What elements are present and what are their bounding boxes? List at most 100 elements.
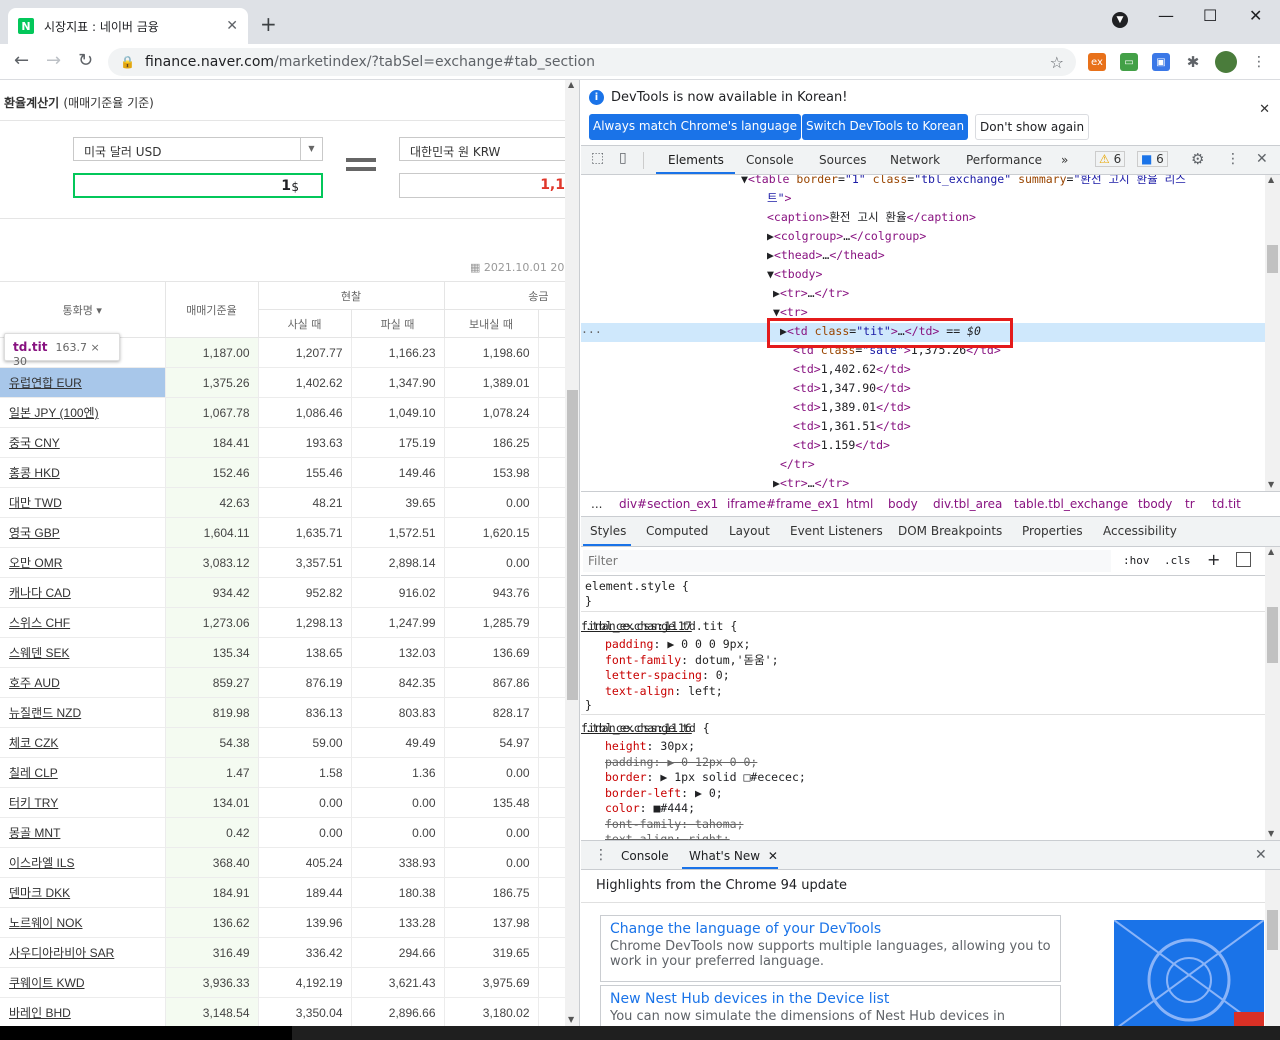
styles-tab[interactable]: Accessibility	[1103, 524, 1177, 538]
dom-node-line[interactable]: ▶<thead>…</thead>	[767, 246, 885, 265]
currency-name-link[interactable]: 캐나다 CAD	[9, 586, 71, 600]
breadcrumb-item[interactable]: tbody	[1138, 497, 1172, 511]
dom-node-line[interactable]: <td>1,402.62</td>	[793, 360, 911, 379]
css-property[interactable]: color: ■#444;	[605, 801, 695, 816]
new-style-rule-icon[interactable]: +	[1207, 550, 1220, 569]
styles-tab[interactable]: DOM Breakpoints	[898, 524, 1002, 538]
styles-scrollbar[interactable]: ▲ ▼	[1265, 547, 1280, 840]
currency-name-cell[interactable]: 일본 JPY (100엔)	[0, 397, 166, 428]
currency-name-cell[interactable]: 유럽연합 EUR	[0, 367, 166, 398]
card-title[interactable]: Change the language of your DevTools	[610, 921, 1051, 937]
tab-performance[interactable]: Performance	[966, 153, 1042, 167]
styles-tab[interactable]: Computed	[646, 524, 708, 538]
reload-icon[interactable]: ↻	[78, 50, 93, 71]
css-property[interactable]: text-align: right;	[605, 832, 730, 840]
scrollbar-thumb[interactable]	[567, 390, 578, 700]
devtools-menu-icon[interactable]: ⋮	[1226, 151, 1240, 167]
warnings-badge[interactable]: ⚠ 6	[1095, 151, 1126, 167]
currency-name-cell[interactable]: 스위스 CHF	[0, 607, 166, 638]
currency-name-cell[interactable]: 터키 TRY	[0, 787, 166, 818]
dom-scrollbar[interactable]: ▲ ▼	[1265, 175, 1280, 491]
currency-name-cell[interactable]: 바레인 BHD	[0, 997, 166, 1026]
scrollbar-thumb[interactable]	[1267, 910, 1278, 950]
always-match-language-button[interactable]: Always match Chrome's language	[589, 114, 801, 140]
extensions-puzzle-icon[interactable]: ✱	[1184, 53, 1202, 71]
page-scrollbar[interactable]: ▲ ▼	[565, 80, 579, 1026]
dom-node-line[interactable]: ▼<tbody>	[767, 265, 822, 284]
breadcrumb-item[interactable]: body	[888, 497, 918, 511]
currency-name-link[interactable]: 뉴질랜드 NZD	[9, 706, 81, 720]
whats-new-card[interactable]: New Nest Hub devices in the Device list …	[600, 985, 1061, 1030]
styles-filter-input[interactable]: Filter	[583, 550, 1111, 572]
breadcrumb-item[interactable]: div.tbl_area	[933, 497, 1002, 511]
currency-name-link[interactable]: 사우디아라비아 SAR	[9, 946, 114, 960]
css-property[interactable]: padding: ▶ 0 0 0 9px;	[605, 637, 750, 652]
close-tab-icon[interactable]: ✕	[226, 18, 238, 34]
avatar[interactable]	[1215, 51, 1237, 73]
currency-name-link[interactable]: 일본 JPY (100엔)	[9, 406, 99, 420]
currency-name-cell[interactable]: 체코 CZK	[0, 727, 166, 758]
currency-name-cell[interactable]: 스웨덴 SEK	[0, 637, 166, 668]
class-toggle[interactable]: .cls	[1164, 554, 1191, 567]
css-property[interactable]: letter-spacing: 0;	[605, 668, 730, 683]
currency-name-cell[interactable]: 영국 GBP	[0, 517, 166, 548]
extension-icon-green[interactable]: ▭	[1120, 53, 1138, 71]
currency-name-cell[interactable]: 쿠웨이트 KWD	[0, 967, 166, 998]
breadcrumb-item[interactable]: html	[846, 497, 873, 511]
from-amount-input[interactable]: 1 $	[73, 173, 323, 198]
minimize-button[interactable]: —	[1158, 6, 1174, 25]
new-tab-button[interactable]: +	[260, 12, 277, 36]
scrollbar-thumb[interactable]	[1267, 245, 1278, 273]
dom-node-line[interactable]: ▶<tr>…</tr>	[773, 284, 849, 303]
currency-name-link[interactable]: 칠레 CLP	[9, 766, 58, 780]
dom-node-line[interactable]: <td>1,361.51</td>	[793, 417, 911, 436]
rule-source-link[interactable]: finance.css:1116	[581, 721, 1261, 736]
currency-name-cell[interactable]: 오만 OMR	[0, 547, 166, 578]
tab-elements[interactable]: Elements	[668, 153, 724, 167]
rule-source-link[interactable]: finance.css:1117	[581, 619, 1261, 634]
extension-icon-blue[interactable]: ▣	[1152, 53, 1170, 71]
bookmark-star-icon[interactable]: ☆	[1050, 53, 1064, 72]
styles-tab[interactable]: Styles	[590, 524, 626, 538]
to-currency-select[interactable]: 대한민국 원 KRW	[399, 137, 574, 161]
from-currency-select[interactable]: 미국 달러 USD ▼	[73, 137, 323, 161]
extension-icon-orange[interactable]: ex	[1088, 53, 1106, 71]
css-property[interactable]: font-family: tahoma;	[605, 817, 744, 832]
settings-gear-icon[interactable]: ⚙	[1191, 150, 1204, 168]
more-tabs-icon[interactable]: »	[1061, 153, 1068, 167]
drawer-tab-console[interactable]: Console	[621, 849, 669, 863]
toggle-sidebar-icon[interactable]	[1236, 552, 1251, 567]
close-devtools-icon[interactable]: ✕	[1256, 151, 1268, 167]
forward-arrow-icon[interactable]: →	[46, 50, 61, 71]
profile-dropdown-icon[interactable]: ▼	[1112, 12, 1128, 28]
currency-name-link[interactable]: 쿠웨이트 KWD	[9, 976, 85, 990]
currency-name-cell[interactable]: 중국 CNY	[0, 427, 166, 458]
dom-tree[interactable]: ··· ▼<table border="1" class="tbl_exchan…	[581, 175, 1265, 491]
css-property[interactable]: padding: ▶ 0 12px 0 0;	[605, 755, 757, 770]
breadcrumb-item[interactable]: ...	[591, 497, 602, 511]
switch-to-korean-button[interactable]: Switch DevTools to Korean	[802, 114, 969, 140]
breadcrumb-item[interactable]: div#section_ex1	[619, 497, 718, 511]
browser-tab[interactable]: N 시장지표 : 네이버 금융 ✕	[8, 8, 248, 44]
scroll-up-icon[interactable]: ▲	[1268, 175, 1274, 184]
tab-network[interactable]: Network	[890, 153, 940, 167]
breadcrumb-item[interactable]: iframe#frame_ex1	[727, 497, 839, 511]
styles-tab[interactable]: Properties	[1022, 524, 1083, 538]
currency-name-link[interactable]: 중국 CNY	[9, 436, 60, 450]
card-title[interactable]: New Nest Hub devices in the Device list	[610, 991, 1051, 1007]
currency-name-link[interactable]: 대만 TWD	[9, 496, 62, 510]
styles-tab[interactable]: Layout	[729, 524, 770, 538]
currency-name-link[interactable]: 영국 GBP	[9, 526, 60, 540]
drawer-menu-icon[interactable]: ⋮	[594, 847, 608, 863]
currency-name-link[interactable]: 호주 AUD	[9, 676, 60, 690]
currency-name-link[interactable]: 스위스 CHF	[9, 616, 70, 630]
currency-name-cell[interactable]: 칠레 CLP	[0, 757, 166, 788]
currency-name-cell[interactable]: 홍콩 HKD	[0, 457, 166, 488]
dom-node-line[interactable]: <td>1,347.90</td>	[793, 379, 911, 398]
close-tab-icon[interactable]: ✕	[768, 849, 778, 863]
currency-name-link[interactable]: 덴마크 DKK	[9, 886, 70, 900]
header-currency[interactable]: 통화명 ▾	[0, 281, 166, 338]
tab-console[interactable]: Console	[746, 153, 794, 167]
css-property[interactable]: font-family: dotum,'돋움';	[605, 653, 779, 668]
currency-name-link[interactable]: 터키 TRY	[9, 796, 58, 810]
